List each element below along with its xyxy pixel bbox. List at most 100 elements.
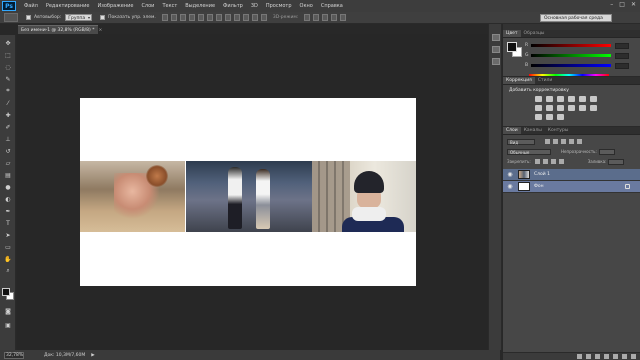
move-tool-icon[interactable]: ✥: [3, 39, 13, 47]
align-left-icon[interactable]: [188, 14, 195, 21]
tab-swatches[interactable]: Образцы: [521, 30, 548, 37]
zoom-field[interactable]: 32,78%: [4, 351, 24, 359]
lock-transparency-icon[interactable]: [534, 159, 540, 164]
layer-name[interactable]: Фон: [534, 184, 544, 189]
character-panel-icon[interactable]: [492, 58, 500, 65]
invert-icon[interactable]: [579, 105, 586, 111]
layer-style-icon[interactable]: [586, 354, 591, 359]
align-vcenter-icon[interactable]: [170, 14, 177, 21]
zoom-tool-icon[interactable]: ⌕: [3, 267, 13, 275]
curves-icon[interactable]: [557, 96, 564, 102]
healing-tool-icon[interactable]: ✚: [3, 111, 13, 119]
gradient-map-icon[interactable]: [546, 114, 553, 120]
3d-pan-icon[interactable]: [322, 14, 329, 21]
3d-scale-icon[interactable]: [340, 14, 347, 21]
vibrance-icon[interactable]: [579, 96, 586, 102]
document-tab[interactable]: Без имени-1 @ 32,8% (RGB/8) * ×: [18, 25, 102, 34]
layer-row[interactable]: ◉ Фон: [503, 181, 640, 193]
history-panel-icon[interactable]: [492, 34, 500, 41]
menu-help[interactable]: Справка: [321, 3, 343, 9]
foreground-color-swatch[interactable]: [2, 288, 10, 296]
fill-field[interactable]: [608, 158, 625, 165]
new-adjustment-layer-icon[interactable]: [604, 354, 609, 359]
color-panel-swatches[interactable]: [507, 42, 523, 58]
brush-tool-icon[interactable]: ✐: [3, 123, 13, 131]
eraser-tool-icon[interactable]: ▱: [3, 159, 13, 167]
menu-layers[interactable]: Слои: [141, 3, 154, 9]
lock-pixels-icon[interactable]: [542, 159, 548, 164]
levels-icon[interactable]: [546, 96, 553, 102]
tool-preset-picker[interactable]: [4, 13, 18, 22]
gradient-tool-icon[interactable]: ▤: [3, 171, 13, 179]
brightness-icon[interactable]: [535, 96, 542, 102]
menu-filter[interactable]: Фильтр: [223, 3, 243, 9]
marquee-tool-icon[interactable]: ⬚: [3, 51, 13, 59]
path-select-tool-icon[interactable]: ➤: [3, 231, 13, 239]
type-filter-icon[interactable]: [561, 139, 566, 144]
selective-color-icon[interactable]: [557, 114, 564, 120]
tab-channels[interactable]: Каналы: [521, 127, 545, 134]
auto-select-dropdown[interactable]: Группа: [65, 14, 93, 21]
blend-mode-dropdown[interactable]: Обычные: [507, 148, 551, 155]
distribute-vcenter-icon[interactable]: [224, 14, 231, 21]
new-layer-icon[interactable]: [622, 354, 627, 359]
red-value-field[interactable]: [615, 42, 629, 49]
dodge-tool-icon[interactable]: ◐: [3, 195, 13, 203]
adjustment-filter-icon[interactable]: [553, 139, 558, 144]
pixel-filter-icon[interactable]: [545, 139, 550, 144]
layer-mask-icon[interactable]: [595, 354, 600, 359]
align-bottom-icon[interactable]: [179, 14, 186, 21]
close-icon[interactable]: ✕: [631, 1, 636, 8]
lock-position-icon[interactable]: [550, 159, 556, 164]
screen-mode-icon[interactable]: ▣: [3, 321, 13, 329]
menu-edit[interactable]: Редактирование: [46, 3, 90, 9]
blur-tool-icon[interactable]: ●: [3, 183, 13, 191]
blue-value-field[interactable]: [615, 62, 629, 69]
show-controls-checkbox[interactable]: [100, 15, 106, 20]
menu-window[interactable]: Окно: [300, 3, 313, 9]
color-panel-fg-swatch[interactable]: [507, 42, 517, 52]
crop-tool-icon[interactable]: ⌗: [3, 87, 13, 95]
channel-mixer-icon[interactable]: [568, 105, 575, 111]
tab-color[interactable]: Цвет: [503, 30, 521, 37]
history-brush-tool-icon[interactable]: ↺: [3, 147, 13, 155]
green-value-field[interactable]: [615, 52, 629, 59]
blue-slider[interactable]: [531, 64, 611, 67]
workspace-switcher[interactable]: Основная рабочая среда: [540, 14, 612, 22]
link-layers-icon[interactable]: [577, 354, 582, 359]
green-slider[interactable]: [531, 54, 611, 57]
distribute-left-icon[interactable]: [242, 14, 249, 21]
green-slider-row[interactable]: G: [525, 52, 635, 59]
shape-filter-icon[interactable]: [569, 139, 574, 144]
canvas-area[interactable]: [17, 34, 499, 350]
layer-kind-filter[interactable]: Вид: [507, 138, 535, 145]
lasso-tool-icon[interactable]: ◌: [3, 63, 13, 71]
distribute-hcenter-icon[interactable]: [251, 14, 258, 21]
photo-strip-layer[interactable]: [80, 161, 416, 232]
menu-file[interactable]: Файл: [24, 3, 38, 9]
visibility-eye-icon[interactable]: ◉: [506, 183, 514, 191]
distribute-right-icon[interactable]: [260, 14, 267, 21]
tab-styles[interactable]: Стили: [535, 77, 556, 84]
quick-select-tool-icon[interactable]: ✎: [3, 75, 13, 83]
lock-all-icon[interactable]: [558, 159, 564, 164]
minimize-icon[interactable]: –: [610, 1, 613, 8]
hand-tool-icon[interactable]: ✋: [3, 255, 13, 263]
document-canvas[interactable]: [80, 98, 416, 286]
auto-select-checkbox[interactable]: [26, 15, 31, 20]
posterize-icon[interactable]: [590, 105, 597, 111]
align-right-icon[interactable]: [206, 14, 213, 21]
visibility-eye-icon[interactable]: ◉: [506, 171, 514, 179]
black-white-icon[interactable]: [546, 105, 553, 111]
shape-tool-icon[interactable]: ▭: [3, 243, 13, 251]
tab-adjustments[interactable]: Коррекция: [503, 77, 535, 84]
foreground-background-colors[interactable]: [2, 288, 14, 300]
clone-stamp-tool-icon[interactable]: ⊥: [3, 135, 13, 143]
red-slider[interactable]: [531, 44, 611, 47]
align-top-icon[interactable]: [161, 14, 168, 21]
pen-tool-icon[interactable]: ✒: [3, 207, 13, 215]
quick-mask-icon[interactable]: ◙: [3, 307, 13, 315]
smart-object-filter-icon[interactable]: [577, 139, 582, 144]
menu-select[interactable]: Выделение: [185, 3, 215, 9]
tab-paths[interactable]: Контуры: [545, 127, 572, 134]
